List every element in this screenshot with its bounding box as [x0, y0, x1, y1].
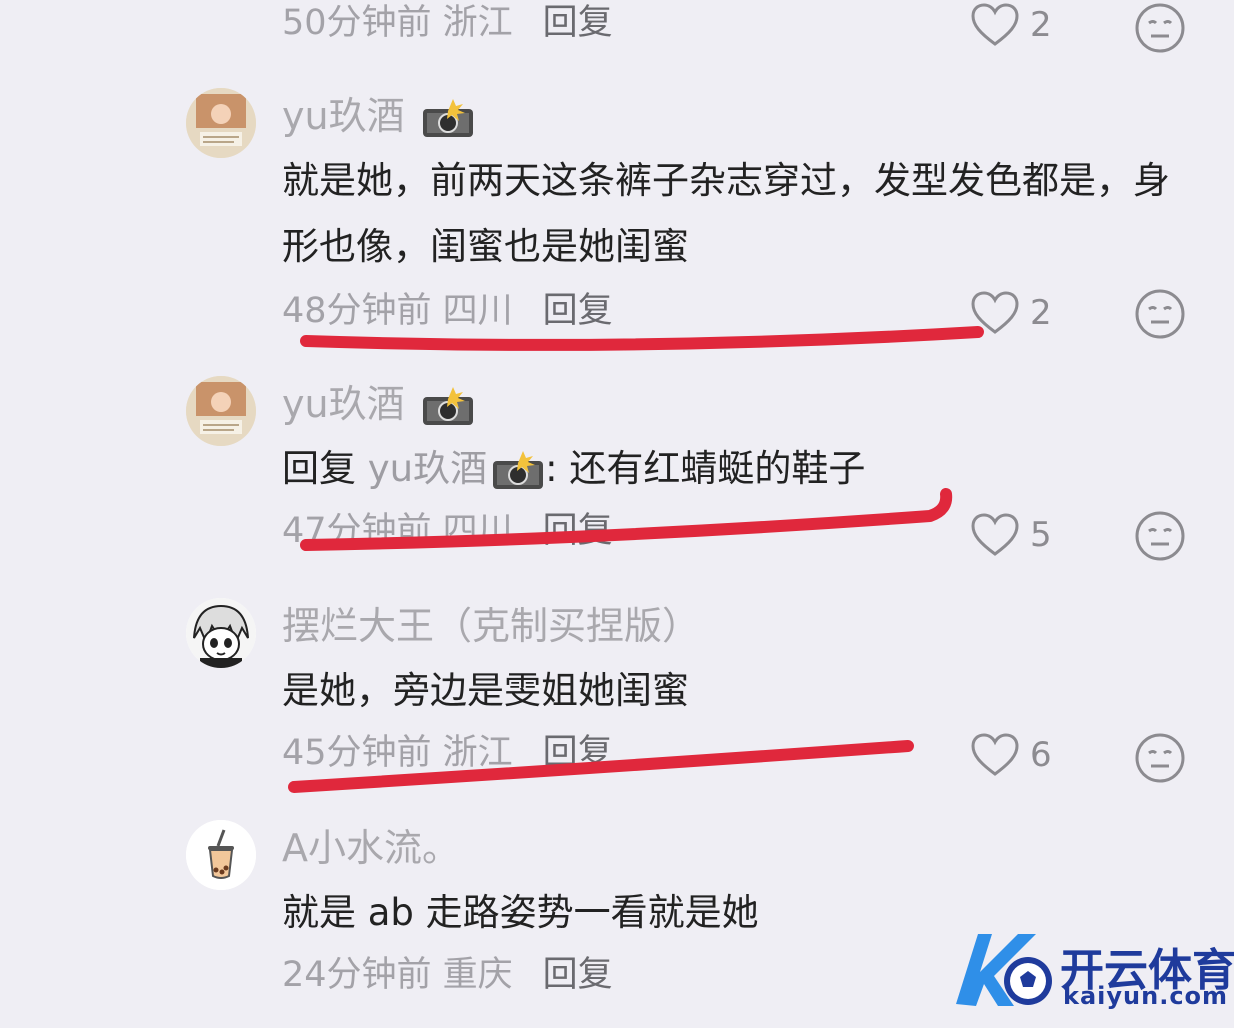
camera-flash-icon	[422, 98, 473, 137]
reply-button[interactable]: 回复	[543, 3, 613, 43]
like-count: 2	[1030, 293, 1052, 333]
comment-time-location: 24分钟前 重庆	[282, 955, 513, 995]
comment-content: 回复 yu玖酒 : 还有红蜻蜓的鞋子	[282, 436, 1202, 502]
camera-flash-icon	[493, 450, 544, 489]
comment-meta: 50分钟前 浙江 回复	[282, 0, 613, 46]
like-button[interactable]: 2	[970, 288, 1052, 338]
reply-prefix: 回复	[282, 447, 356, 490]
avatar[interactable]	[186, 376, 256, 446]
comment-time-location: 47分钟前 四川	[282, 511, 513, 551]
camera-flash-icon	[422, 386, 473, 425]
like-button[interactable]: 6	[970, 730, 1052, 780]
avatar-image	[186, 88, 256, 158]
reply-button[interactable]: 回复	[543, 733, 613, 773]
comment-time-location: 45分钟前 浙江	[282, 733, 513, 773]
heart-icon	[971, 3, 1019, 46]
avatar[interactable]	[186, 820, 256, 890]
username[interactable]: yu玖酒	[282, 380, 475, 428]
heart-icon	[971, 733, 1019, 776]
avatar-image	[186, 598, 256, 668]
bubble-tea-avatar-icon	[186, 820, 256, 890]
reply-text: : 还有红蜻蜓的鞋子	[545, 447, 866, 490]
dislike-face-icon[interactable]	[1134, 2, 1186, 54]
username-text: yu玖酒	[282, 382, 405, 426]
comment-time-location: 48分钟前 四川	[282, 291, 513, 331]
like-button[interactable]: 2	[970, 0, 1052, 50]
comment-meta: 48分钟前 四川 回复	[282, 288, 613, 334]
username[interactable]: yu玖酒	[282, 92, 475, 140]
comment-time-location: 50分钟前 浙江	[282, 3, 513, 43]
reply-button[interactable]: 回复	[543, 955, 613, 995]
dislike-face-icon[interactable]	[1134, 288, 1186, 340]
watermark-logo: 开云体育 kaiyun.com	[948, 926, 1234, 1016]
dislike-face-icon[interactable]	[1134, 510, 1186, 562]
reply-button[interactable]: 回复	[543, 291, 613, 331]
kaiyun-logo-icon	[956, 934, 1052, 1006]
avatar[interactable]	[186, 88, 256, 158]
dislike-face-icon[interactable]	[1134, 732, 1186, 784]
comment-meta: 47分钟前 四川 回复	[282, 508, 613, 554]
reply-button[interactable]: 回复	[543, 511, 613, 551]
username[interactable]: 摆烂大王（克制买捏版）	[282, 602, 700, 650]
like-count: 2	[1030, 5, 1052, 45]
comment-meta: 24分钟前 重庆 回复	[282, 952, 613, 998]
avatar-image	[186, 376, 256, 446]
like-count: 5	[1030, 515, 1052, 555]
heart-icon	[971, 291, 1019, 334]
comment-meta: 45分钟前 浙江 回复	[282, 730, 613, 776]
avatar[interactable]	[186, 598, 256, 668]
username[interactable]: A小水流。	[282, 824, 460, 872]
watermark-text-en: kaiyun.com	[1063, 982, 1229, 1010]
comment-content: 就是她，前两天这条裤子杂志穿过，发型发色都是，身形也像，闺蜜也是她闺蜜	[282, 159, 1170, 268]
like-button[interactable]: 5	[970, 510, 1052, 560]
like-count: 6	[1030, 735, 1052, 775]
comment-content: 是她，旁边是雯姐她闺蜜	[282, 669, 689, 712]
reply-target-username[interactable]: yu玖酒	[368, 447, 487, 490]
heart-icon	[971, 513, 1019, 556]
username-text: yu玖酒	[282, 94, 405, 138]
